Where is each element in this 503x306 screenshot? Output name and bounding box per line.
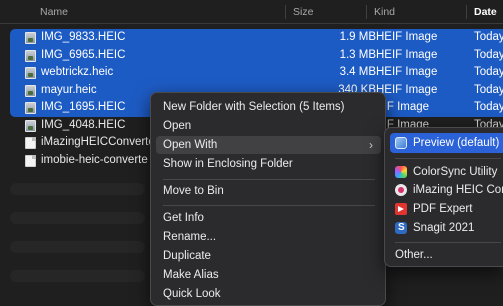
column-divider[interactable] [366, 5, 367, 19]
menu-item-move-to-bin[interactable]: Move to Bin [156, 182, 381, 200]
menu-item-make-alias[interactable]: Make Alias [156, 266, 381, 284]
menu-item-quick-look[interactable]: Quick Look [156, 285, 381, 303]
image-file-icon [25, 67, 36, 79]
open-with-submenu: Preview (default) ColorSync Utility iMaz… [384, 127, 503, 267]
document-icon [25, 154, 36, 167]
app-item-label: PDF Expert [413, 203, 473, 215]
menu-item-get-info[interactable]: Get Info [156, 209, 381, 227]
pdf-expert-app-icon [395, 203, 407, 215]
app-item-preview[interactable]: Preview (default) [390, 133, 503, 153]
colorsync-app-icon [395, 166, 407, 178]
app-item-colorsync-utility[interactable]: ColorSync Utility [390, 162, 503, 182]
file-name: imobie-heic-converte [41, 153, 148, 166]
file-kind: HEIF Image [376, 66, 438, 78]
image-file-icon [25, 32, 36, 44]
context-menu: New Folder with Selection (5 Items) Open… [150, 92, 386, 306]
menu-divider [395, 158, 501, 159]
file-name: IMG_6965.HEIC [41, 48, 126, 61]
column-divider[interactable] [466, 5, 467, 19]
menu-divider [163, 179, 375, 180]
empty-row-placeholder [10, 212, 145, 224]
app-item-label: iMazing HEIC Con [413, 184, 503, 196]
menu-item-rename[interactable]: Rename... [156, 228, 381, 246]
file-date: Today [474, 66, 503, 78]
file-name: webtrickz.heic [41, 66, 114, 78]
menu-divider [395, 242, 501, 243]
app-item-label: Preview (default) [413, 137, 500, 149]
file-size: 1.3 MB [339, 48, 376, 61]
file-date: Today [474, 31, 503, 43]
file-kind: HEIF Image [376, 48, 438, 61]
empty-row-placeholder [10, 241, 145, 253]
document-icon [25, 137, 36, 149]
column-header-bar: Name Size Kind Date L [0, 0, 503, 42]
empty-row-placeholder [10, 270, 145, 282]
app-item-snagit[interactable]: Snagit 2021 [390, 218, 503, 238]
app-item-pdf-expert[interactable]: PDF Expert [390, 199, 503, 219]
image-file-icon [25, 119, 36, 132]
file-name: IMG_1695.HEIC [41, 101, 126, 113]
image-file-icon [25, 84, 36, 97]
menu-item-label: Open With [163, 139, 218, 151]
app-item-label: Snagit 2021 [413, 222, 475, 234]
imazing-app-icon [395, 184, 407, 196]
file-date: Today [474, 83, 503, 96]
menu-item-open-with[interactable]: Open With › [156, 136, 381, 154]
file-name: mayur.heic [41, 83, 97, 96]
app-item-label: ColorSync Utility [413, 166, 498, 178]
file-row[interactable]: IMG_9833.HEIC 1.9 MB HEIF Image Today [10, 29, 503, 47]
empty-row-placeholder [10, 183, 145, 195]
file-size: 3.4 MB [339, 66, 376, 78]
snagit-app-icon [395, 218, 407, 238]
menu-item-show-in-enclosing-folder[interactable]: Show in Enclosing Folder [156, 155, 381, 173]
app-item-other[interactable]: Other... [390, 245, 503, 265]
column-divider[interactable] [285, 5, 286, 19]
file-name: IMG_9833.HEIC [41, 31, 126, 43]
app-item-label: Other... [395, 249, 433, 261]
file-row[interactable]: webtrickz.heic 3.4 MB HEIF Image Today [10, 64, 503, 82]
file-row[interactable]: IMG_6965.HEIC 1.3 MB HEIF Image Today [10, 46, 503, 64]
app-item-imazing-heic-converter[interactable]: iMazing HEIC Con [390, 180, 503, 200]
image-file-icon [25, 49, 36, 62]
file-kind: HEIF Image [376, 31, 438, 43]
menu-item-new-folder-with-selection[interactable]: New Folder with Selection (5 Items) [156, 98, 381, 116]
column-header-kind[interactable]: Kind [374, 0, 395, 24]
column-header-name[interactable]: Name [40, 0, 68, 24]
menu-item-duplicate[interactable]: Duplicate [156, 247, 381, 265]
image-file-icon [25, 102, 36, 114]
file-date: Today [474, 48, 503, 61]
preview-app-icon [395, 137, 407, 149]
file-date: Today [474, 101, 503, 113]
file-name: IMG_4048.HEIC [41, 118, 126, 131]
menu-item-open[interactable]: Open [156, 117, 381, 135]
file-size: 1.9 MB [339, 31, 376, 43]
file-name: iMazingHEICConverte [41, 136, 155, 148]
menu-divider [163, 205, 375, 206]
column-header-date[interactable]: Date L [474, 0, 503, 42]
column-header-size[interactable]: Size [293, 0, 313, 24]
chevron-right-icon: › [369, 138, 373, 152]
